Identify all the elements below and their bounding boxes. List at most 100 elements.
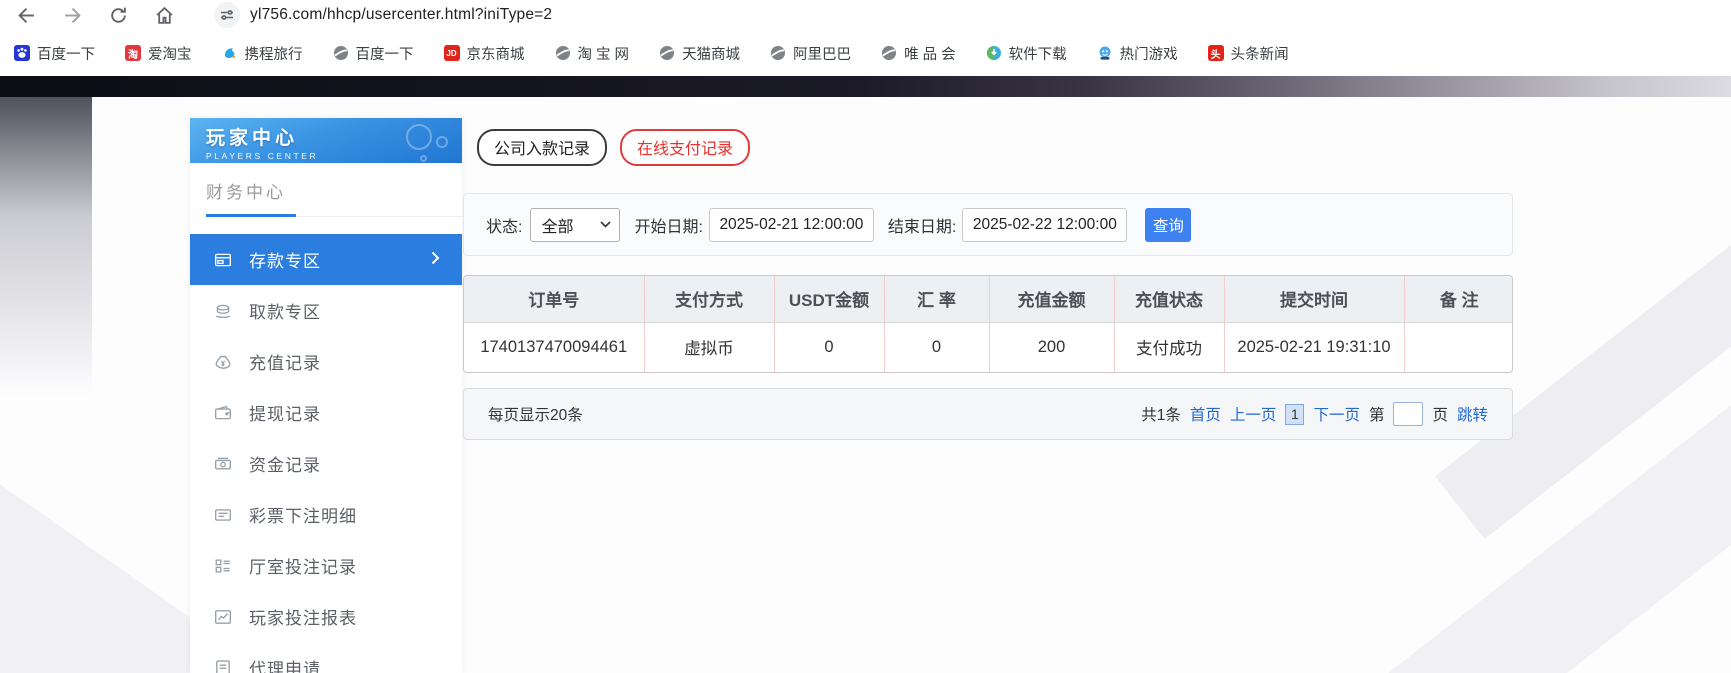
reload-icon[interactable] xyxy=(108,5,128,25)
sidebar-section: 财务中心 xyxy=(190,163,462,217)
bookmark-taobao-site[interactable]: 淘 宝 网 xyxy=(555,43,630,64)
sidebar-item-funds-record[interactable]: 资金记录 xyxy=(190,438,462,489)
bookmark-games[interactable]: 热门游戏 xyxy=(1097,43,1178,64)
bookmark-label: 热门游戏 xyxy=(1119,46,1178,63)
bookmark-label: 百度一下 xyxy=(355,46,414,63)
bookmark-toutiao[interactable]: 头 头条新闻 xyxy=(1207,43,1289,64)
globe-icon xyxy=(660,46,675,60)
section-underline xyxy=(206,214,462,217)
sidebar-item-player-report[interactable]: 玩家投注报表 xyxy=(190,591,462,642)
gamepad-icon xyxy=(404,122,452,162)
jump-prefix-text: 第 xyxy=(1368,407,1385,424)
cell-payment-method: 虚拟币 xyxy=(643,322,774,372)
bookmark-label: 软件下载 xyxy=(1008,46,1067,63)
bookmark-label: 京东商城 xyxy=(466,46,525,63)
prev-page-link[interactable]: 上一页 xyxy=(1230,403,1277,425)
sidebar-item-label: 提现记录 xyxy=(249,405,321,424)
deposit-card-icon xyxy=(214,251,232,269)
col-recharge-status: 充值状态 xyxy=(1113,276,1224,323)
cell-exchange-rate: 0 xyxy=(883,322,989,372)
browser-toolbar: yl756.com/hhcp/usercenter.html?iniType=2 xyxy=(0,0,1731,30)
query-button[interactable]: 查询 xyxy=(1145,207,1192,242)
bookmark-tmall[interactable]: 天猫商城 xyxy=(659,43,740,64)
bookmark-baidu[interactable]: 百度一下 xyxy=(14,43,95,64)
sidebar-menu: 存款专区 取款专区 充值记录 提现记录 资金记录 彩票下注明细 厅室投注记录 玩… xyxy=(190,234,462,673)
tab-online-payment-records[interactable]: 在线支付记录 xyxy=(620,129,751,166)
money-bag-icon xyxy=(214,353,232,371)
next-page-link[interactable]: 下一页 xyxy=(1313,403,1360,425)
sidebar-item-deposit[interactable]: 存款专区 xyxy=(190,234,462,285)
taobao-icon: 淘 xyxy=(125,45,141,61)
background-band xyxy=(0,76,1731,97)
sidebar-item-label: 代理申请 xyxy=(249,660,321,673)
col-usdt-amount: USDT金额 xyxy=(773,276,884,323)
cell-recharge-status: 支付成功 xyxy=(1113,322,1224,372)
hand-coins-icon xyxy=(214,302,232,320)
home-icon[interactable] xyxy=(154,5,174,25)
records-table: 订单号 支付方式 USDT金额 汇 率 充值金额 充值状态 提交时间 备 注 1 xyxy=(463,275,1513,373)
col-order-number: 订单号 xyxy=(464,276,644,323)
bookmark-ctrip[interactable]: 携程旅行 xyxy=(222,43,303,64)
end-date-label: 结束日期: xyxy=(887,218,957,236)
jump-link[interactable]: 跳转 xyxy=(1457,403,1488,425)
bookmark-baidu2[interactable]: 百度一下 xyxy=(333,43,414,64)
globe-icon xyxy=(555,46,570,60)
jump-page-input[interactable] xyxy=(1393,402,1424,426)
page-size-text: 每页显示20条 xyxy=(488,407,583,424)
jump-suffix-text: 页 xyxy=(1432,407,1448,424)
total-count-text: 共1条 xyxy=(1141,407,1181,424)
bookmarks-bar: 百度一下 淘 爱淘宝 携程旅行 百度一下 JD 京东商城 淘 宝 网 天猫商城 … xyxy=(0,30,1731,76)
current-page-badge[interactable]: 1 xyxy=(1285,403,1305,425)
bookmark-alibaba[interactable]: 阿里巴巴 xyxy=(770,43,851,64)
globe-icon xyxy=(771,46,786,60)
bookmark-vip[interactable]: 唯 品 会 xyxy=(881,43,956,64)
record-tabs: 公司入款记录 在线支付记录 xyxy=(477,129,751,166)
col-payment-method: 支付方式 xyxy=(643,276,774,323)
site-info-icon[interactable] xyxy=(214,2,240,28)
status-label: 状态: xyxy=(486,218,523,236)
sidebar-item-hall-bets[interactable]: 厅室投注记录 xyxy=(190,540,462,591)
sidebar-item-recharge-record[interactable]: 充值记录 xyxy=(190,336,462,387)
pagination-controls: 共1条 首页 上一页 1 下一页 第 页 跳转 xyxy=(1141,402,1488,426)
chart-report-icon xyxy=(214,608,232,626)
bookmark-jd[interactable]: JD 京东商城 xyxy=(443,43,525,64)
bookmark-label: 阿里巴巴 xyxy=(793,46,852,63)
sidebar-item-lottery-bets[interactable]: 彩票下注明细 xyxy=(190,489,462,540)
sidebar-item-label: 资金记录 xyxy=(249,456,321,475)
jd-icon: JD xyxy=(443,45,460,61)
bookmark-label: 天猫商城 xyxy=(682,46,741,63)
sidebar-item-withdraw[interactable]: 取款专区 xyxy=(190,285,462,336)
filter-panel: 状态: 全部 开始日期: 结束日期: 查询 xyxy=(463,193,1513,256)
status-select[interactable]: 全部 xyxy=(530,207,621,242)
table-row: 1740137470094461 虚拟币 0 0 200 支付成功 2025-0… xyxy=(464,322,1512,372)
globe-icon xyxy=(882,46,897,60)
end-date-input[interactable] xyxy=(962,207,1128,242)
sidebar: 玩家中心 PLAYERS CENTER 财务中心 存款专区 取款专区 充值记录 … xyxy=(190,118,462,673)
toutiao-icon: 头 xyxy=(1207,45,1224,61)
bookmark-label: 唯 品 会 xyxy=(904,46,956,63)
sidebar-item-withdraw-record[interactable]: 提现记录 xyxy=(190,387,462,438)
bookmark-label: 淘 宝 网 xyxy=(577,46,630,63)
status-select-value: 全部 xyxy=(541,218,574,236)
sidebar-item-agent-apply[interactable]: 代理申请 xyxy=(190,642,462,673)
tab-company-deposit-records[interactable]: 公司入款记录 xyxy=(477,129,608,166)
chevron-down-icon xyxy=(600,221,612,228)
first-page-link[interactable]: 首页 xyxy=(1190,403,1221,425)
sidebar-header: 玩家中心 PLAYERS CENTER xyxy=(190,118,462,163)
address-bar[interactable]: yl756.com/hhcp/usercenter.html?iniType=2 xyxy=(250,6,552,24)
hot-games-icon xyxy=(1099,46,1111,60)
page-body: 玩家中心 PLAYERS CENTER 财务中心 存款专区 取款专区 充值记录 … xyxy=(0,76,1731,673)
document-icon xyxy=(214,659,232,673)
bookmark-label: 爱淘宝 xyxy=(148,46,192,63)
forward-icon[interactable] xyxy=(62,5,82,25)
bookmark-aitaobao[interactable]: 淘 爱淘宝 xyxy=(125,43,192,64)
start-date-input[interactable] xyxy=(708,207,874,242)
detail-list-icon xyxy=(214,557,232,575)
back-icon[interactable] xyxy=(16,5,36,25)
col-recharge-amount: 充值金额 xyxy=(988,276,1114,323)
table-header-row: 订单号 支付方式 USDT金额 汇 率 充值金额 充值状态 提交时间 备 注 xyxy=(464,276,1512,323)
cell-usdt-amount: 0 xyxy=(773,322,884,372)
globe-icon xyxy=(333,46,348,60)
col-exchange-rate: 汇 率 xyxy=(883,276,989,323)
bookmark-software[interactable]: 软件下载 xyxy=(986,43,1067,64)
